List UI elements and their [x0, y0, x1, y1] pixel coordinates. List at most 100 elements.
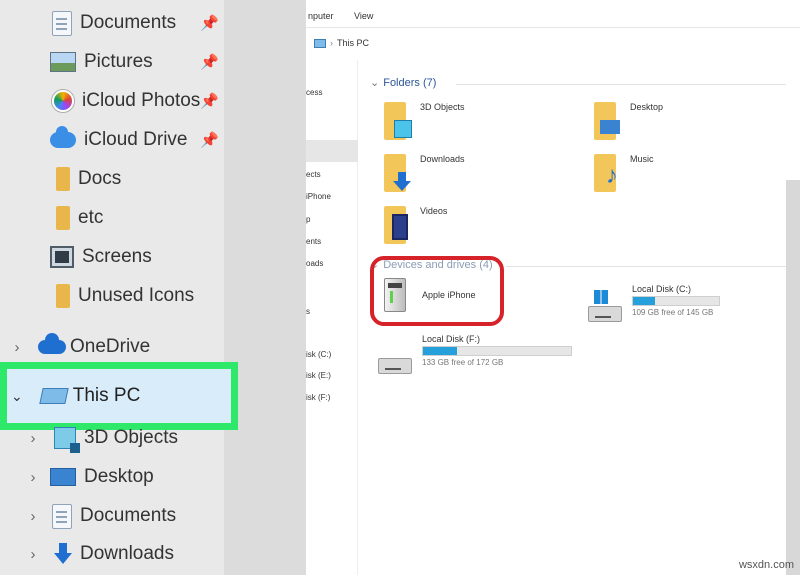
nav-item-label: etc [78, 207, 104, 228]
folder-label: Music [630, 154, 654, 164]
drive-usage-bar [422, 346, 572, 356]
nav-item-3d-objects[interactable]: › 3D Objects [0, 421, 230, 455]
drive-free-space: 109 GB free of 145 GB [632, 308, 714, 317]
drive-local-disk-c[interactable]: Local Disk (C:) 109 GB free of 145 GB [588, 284, 788, 334]
3d-objects-badge [394, 120, 412, 138]
folder-icon: ♪ [594, 154, 624, 192]
chevron-right-icon[interactable]: › [26, 508, 40, 525]
nav-item-downloads[interactable]: › Downloads [0, 537, 230, 571]
drive-info: Local Disk (C:) 109 GB free of 145 GB [632, 284, 720, 317]
folder-icon [56, 206, 70, 230]
drive-label: Local Disk (F:) [422, 334, 481, 344]
folder-icon [384, 206, 414, 244]
chevron-down-icon[interactable]: ⌄ [11, 388, 23, 405]
nav-fragment[interactable]: p [306, 215, 310, 224]
document-icon [52, 10, 72, 36]
pictures-icon [50, 52, 76, 72]
chevron-right-icon[interactable]: › [26, 546, 40, 563]
navigation-pane-partial: cess N ects iPhone p ents oads s isk (C:… [306, 60, 358, 575]
nav-item-label: Downloads [80, 543, 174, 564]
icloud-drive-icon [50, 126, 76, 148]
chevron-right-icon[interactable]: › [26, 430, 40, 447]
ribbon-tabs: nputer View [306, 0, 800, 28]
nav-fragment[interactable]: isk (E:) [306, 371, 331, 380]
nav-fragment[interactable]: iPhone [306, 192, 331, 201]
folders-section-header[interactable]: ⌄ Folders (7) [370, 76, 436, 89]
downloads-icon [54, 543, 72, 565]
desktop-badge [600, 120, 620, 134]
3d-objects-icon [54, 427, 80, 453]
nav-item-label: Documents [80, 505, 177, 526]
folder-icon [384, 154, 414, 192]
pin-icon[interactable]: 📌 [200, 53, 219, 71]
nav-item-screens[interactable]: Screens [0, 240, 230, 274]
nav-item-icloud-drive[interactable]: iCloud Drive 📌 [0, 123, 230, 157]
folder-label: Downloads [420, 154, 465, 164]
drive-label: Local Disk (C:) [632, 284, 692, 294]
nav-item-etc[interactable]: etc [0, 201, 230, 235]
chevron-right-icon[interactable]: › [26, 469, 40, 486]
left-navigation-pane: Documents 📌 Pictures 📌 iCloud Photos 📌 i… [0, 0, 306, 575]
section-divider [456, 84, 786, 85]
address-text: This PC [337, 38, 370, 48]
nav-item-label: OneDrive [70, 336, 151, 357]
selected-nav-row [306, 140, 358, 162]
nav-item-this-pc[interactable]: ⌄ This PC [7, 369, 231, 423]
nav-item-pictures[interactable]: Pictures 📌 [0, 45, 230, 79]
pin-icon[interactable]: 📌 [200, 131, 219, 149]
nav-item-desktop[interactable]: › Desktop [0, 460, 230, 494]
nav-fragment[interactable]: cess [306, 88, 322, 97]
this-pc-highlight[interactable]: ⌄ This PC [0, 362, 238, 430]
nav-fragment[interactable]: ents [306, 237, 321, 246]
tab-computer[interactable]: nputer [308, 11, 334, 21]
folder-icon [384, 102, 414, 140]
nav-item-label: 3D Objects [84, 427, 178, 448]
drive-local-disk-f[interactable]: Local Disk (F:) 133 GB free of 172 GB [378, 334, 588, 380]
nav-item-label: Documents [80, 12, 177, 33]
folder-icon [56, 284, 70, 308]
icloud-photos-icon [52, 90, 74, 112]
folder-desktop[interactable]: Desktop [594, 102, 663, 140]
watermark: wsxdn.com [738, 559, 794, 571]
windows-logo-icon [594, 290, 608, 304]
folder-label: Desktop [630, 102, 664, 112]
download-arrow-head [393, 181, 411, 191]
this-pc-icon [39, 388, 69, 404]
nav-fragment[interactable]: oads [306, 259, 323, 268]
folder-label: 3D Objects [420, 102, 465, 112]
folder-label: Videos [420, 206, 448, 216]
folder-downloads[interactable]: Downloads [384, 154, 465, 192]
nav-item-label: Unused Icons [78, 285, 195, 306]
scrollbar[interactable] [786, 180, 800, 575]
tab-view[interactable]: View [354, 11, 373, 21]
nav-item-documents[interactable]: Documents 📌 [0, 6, 230, 40]
drive-usage-fill [423, 347, 458, 355]
folder-icon [56, 167, 70, 191]
nav-item-onedrive[interactable]: › OneDrive [0, 330, 230, 364]
folder-3d-objects[interactable]: 3D Objects [384, 102, 465, 140]
nav-item-icloud-photos[interactable]: iCloud Photos 📌 [0, 84, 230, 118]
folder-music[interactable]: ♪ Music [594, 154, 654, 192]
nav-fragment[interactable]: isk (F:) [306, 393, 330, 402]
nav-item-label: Pictures [84, 51, 153, 72]
chevron-right-icon[interactable]: › [10, 339, 24, 356]
nav-item-documents-pc[interactable]: › Documents [0, 499, 230, 533]
nav-fragment[interactable]: isk (C:) [306, 350, 331, 359]
drive-info: Local Disk (F:) 133 GB free of 172 GB [422, 334, 572, 367]
drive-usage-bar [632, 296, 720, 306]
iphone-highlight-circle [370, 256, 504, 326]
nav-item-docs[interactable]: Docs [0, 162, 230, 196]
nav-item-unused-icons[interactable]: Unused Icons [0, 279, 230, 313]
section-divider [506, 266, 786, 267]
hard-drive-icon [588, 306, 622, 322]
folder-videos[interactable]: Videos [384, 206, 447, 244]
drive-free-space: 133 GB free of 172 GB [422, 358, 504, 367]
pin-icon[interactable]: 📌 [200, 14, 219, 32]
music-note-badge: ♪ [606, 162, 618, 189]
address-bar[interactable]: › This PC [314, 34, 794, 52]
document-icon [52, 503, 72, 529]
nav-fragment[interactable]: s [306, 307, 310, 316]
scroll-strip [224, 0, 306, 575]
pin-icon[interactable]: 📌 [200, 92, 219, 110]
nav-fragment[interactable]: ects [306, 170, 321, 179]
